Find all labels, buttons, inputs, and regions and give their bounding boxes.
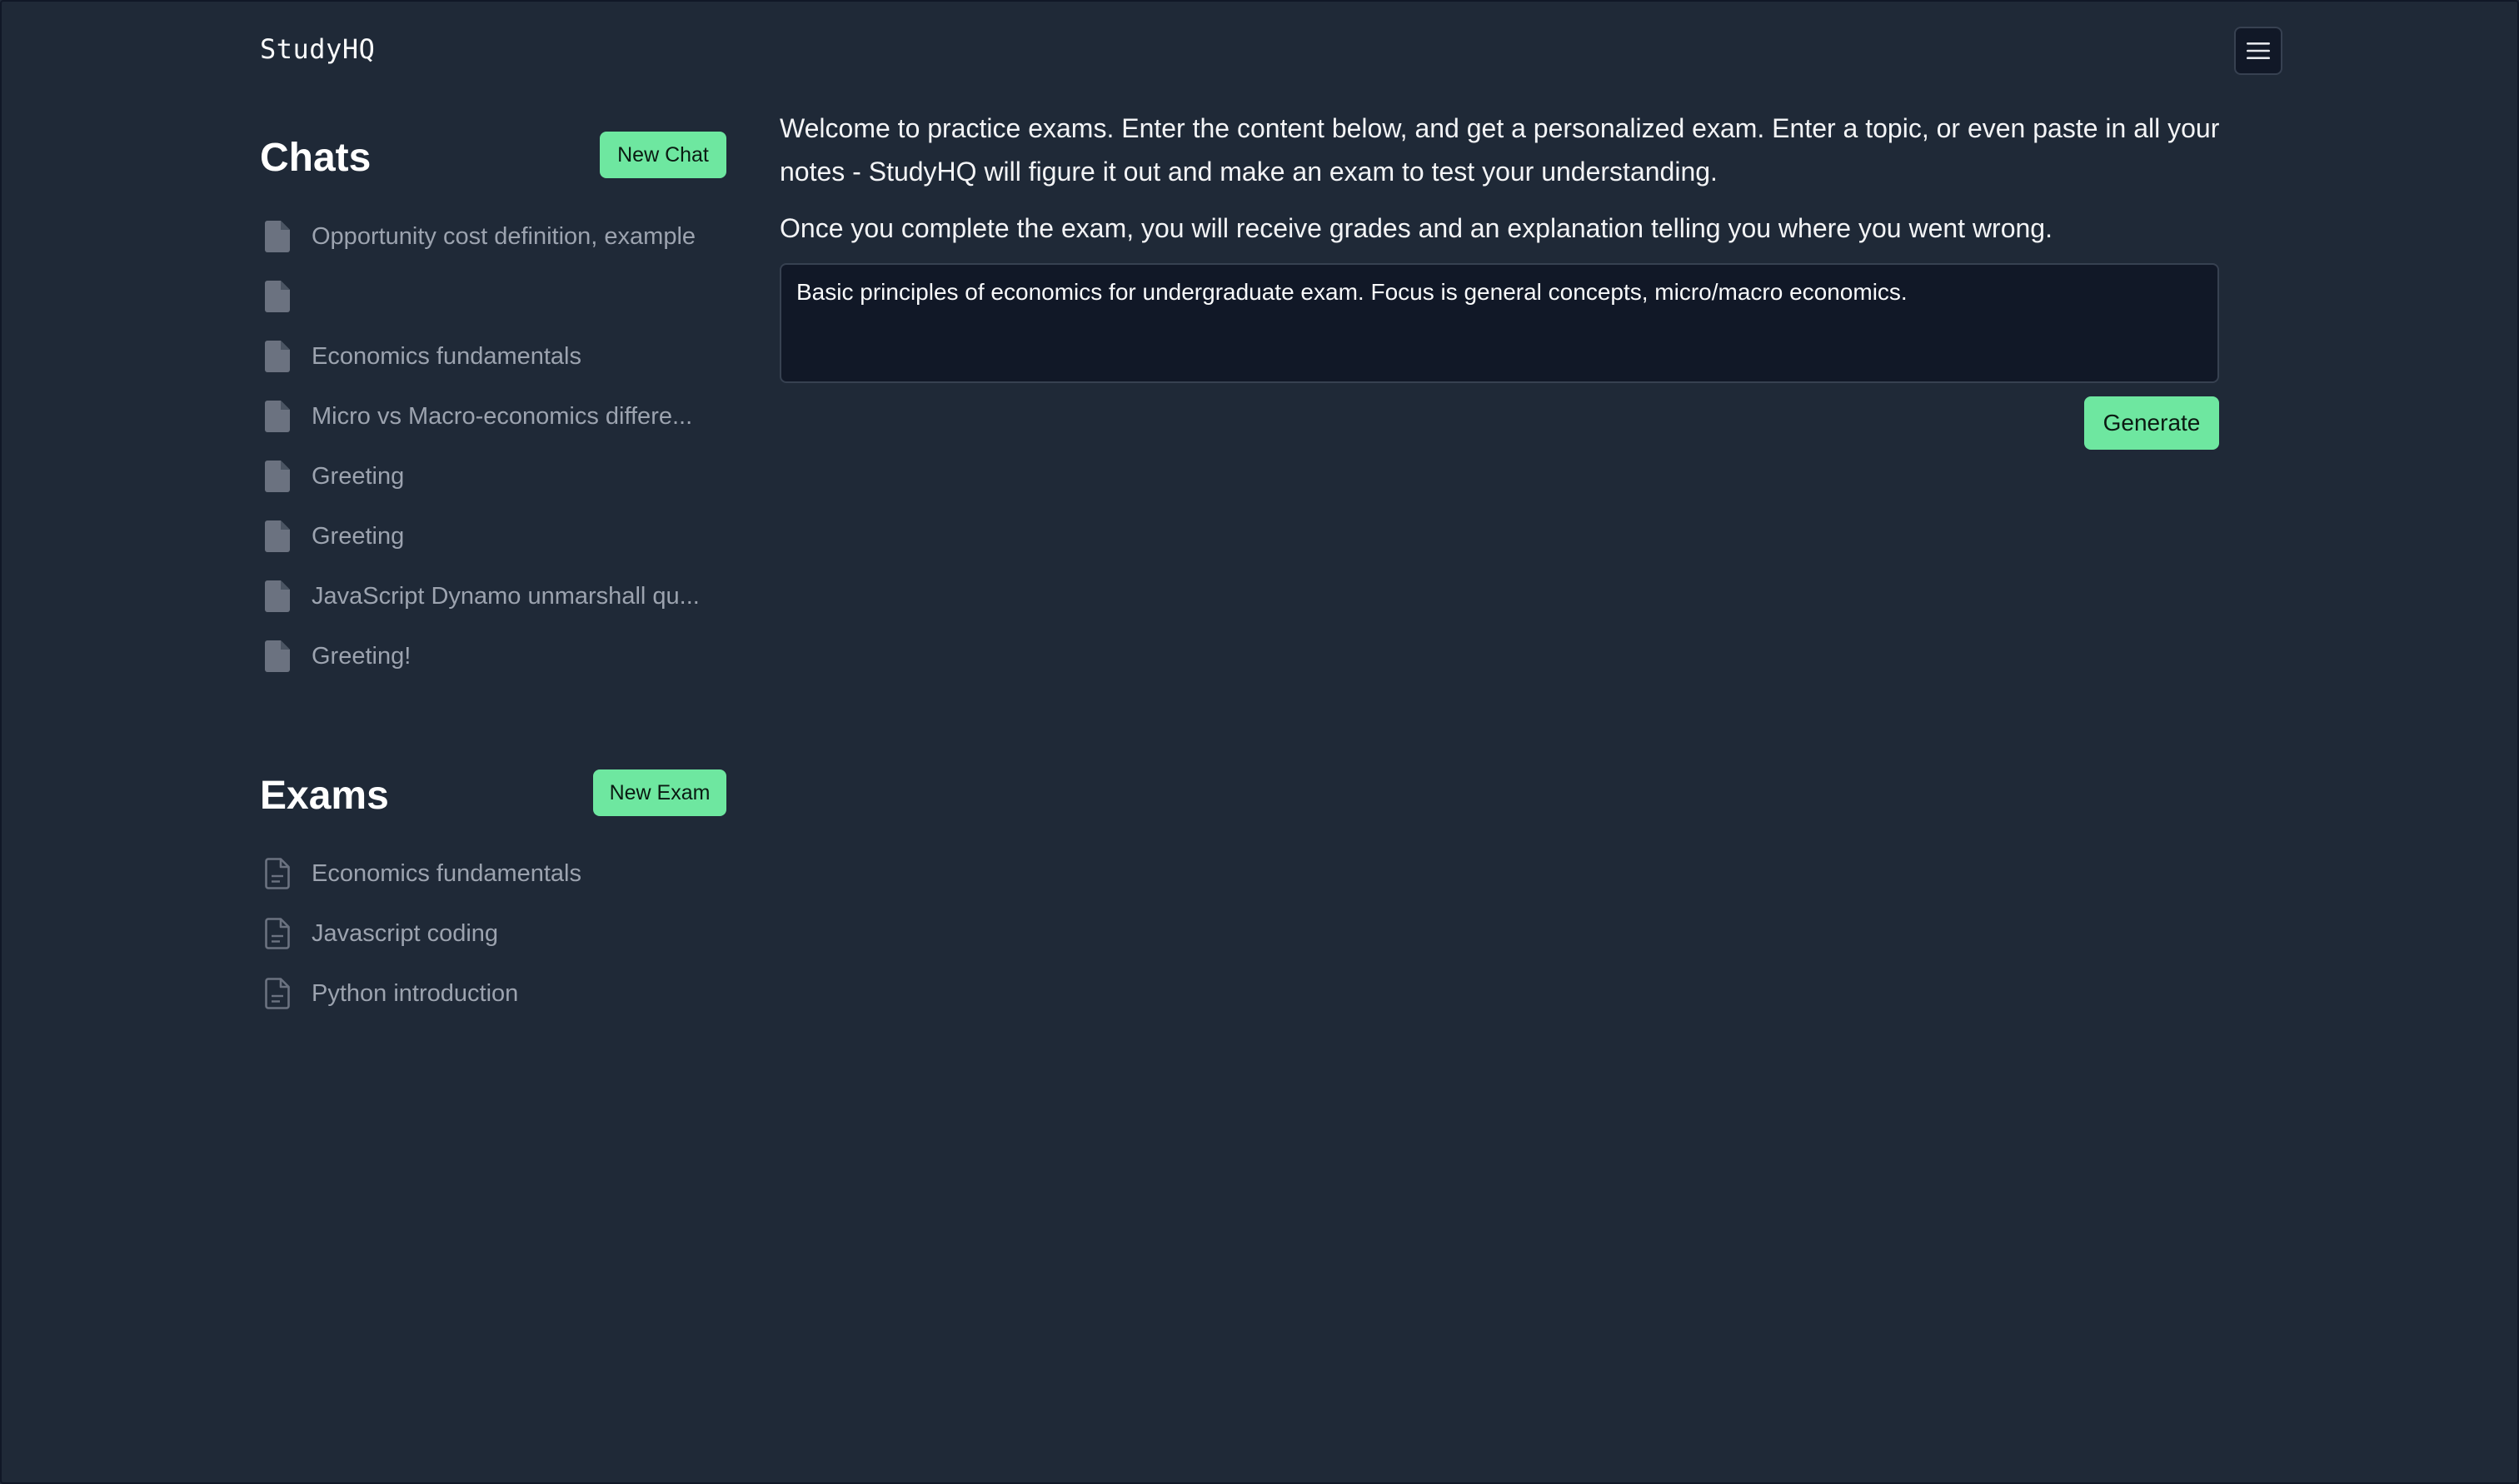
exam-list-item[interactable]: Economics fundamentals [265,844,581,904]
generate-button[interactable]: Generate [2084,396,2219,450]
file-icon [265,580,293,612]
file-icon [265,640,293,672]
chat-item-label: Opportunity cost definition, example [312,222,696,250]
chat-list: Opportunity cost definition, example Eco… [265,207,700,686]
chat-list-item[interactable]: Greeting [265,506,700,566]
brand-logo[interactable]: StudyHQ [260,33,375,65]
exam-list: Economics fundamentals Javascript coding… [265,844,581,1023]
intro-note: Once you complete the exam, you will rec… [780,213,2053,243]
chat-item-label: Greeting [312,462,405,490]
chats-heading: Chats [260,136,372,180]
exam-item-label: Economics fundamentals [312,859,581,887]
file-text-icon [265,978,293,1009]
chat-list-item[interactable] [265,266,700,326]
chat-item-label: Greeting [312,522,405,550]
exam-list-item[interactable]: Javascript coding [265,904,581,964]
file-icon [265,461,293,492]
chat-item-label: JavaScript Dynamo unmarshall qu... [312,582,700,610]
new-exam-button[interactable]: New Exam [593,769,726,816]
new-chat-button[interactable]: New Chat [600,132,726,178]
file-icon [265,341,293,372]
file-icon [265,281,293,312]
file-icon [265,221,293,252]
exams-heading: Exams [260,774,389,818]
chat-list-item[interactable]: Greeting [265,446,700,506]
exam-item-label: Python introduction [312,979,519,1007]
exam-prompt-input[interactable]: Basic principles of economics for underg… [780,263,2219,383]
menu-button[interactable] [2234,27,2282,75]
file-text-icon [265,918,293,949]
exam-item-label: Javascript coding [312,919,499,947]
chat-list-item[interactable]: Economics fundamentals [265,326,700,386]
intro-text: Welcome to practice exams. Enter the con… [780,113,2220,187]
file-text-icon [265,858,293,889]
chat-list-item[interactable]: JavaScript Dynamo unmarshall qu... [265,566,700,626]
hamburger-menu-icon [2247,42,2270,59]
file-icon [265,401,293,432]
chat-item-label: Economics fundamentals [312,342,581,370]
chat-item-label: Greeting! [312,642,412,670]
exam-list-item[interactable]: Python introduction [265,964,581,1023]
file-icon [265,520,293,552]
chat-list-item[interactable]: Opportunity cost definition, example [265,207,700,266]
chat-list-item[interactable]: Greeting! [265,626,700,686]
chat-list-item[interactable]: Micro vs Macro-economics differe... [265,386,700,446]
chat-item-label: Micro vs Macro-economics differe... [312,402,693,430]
